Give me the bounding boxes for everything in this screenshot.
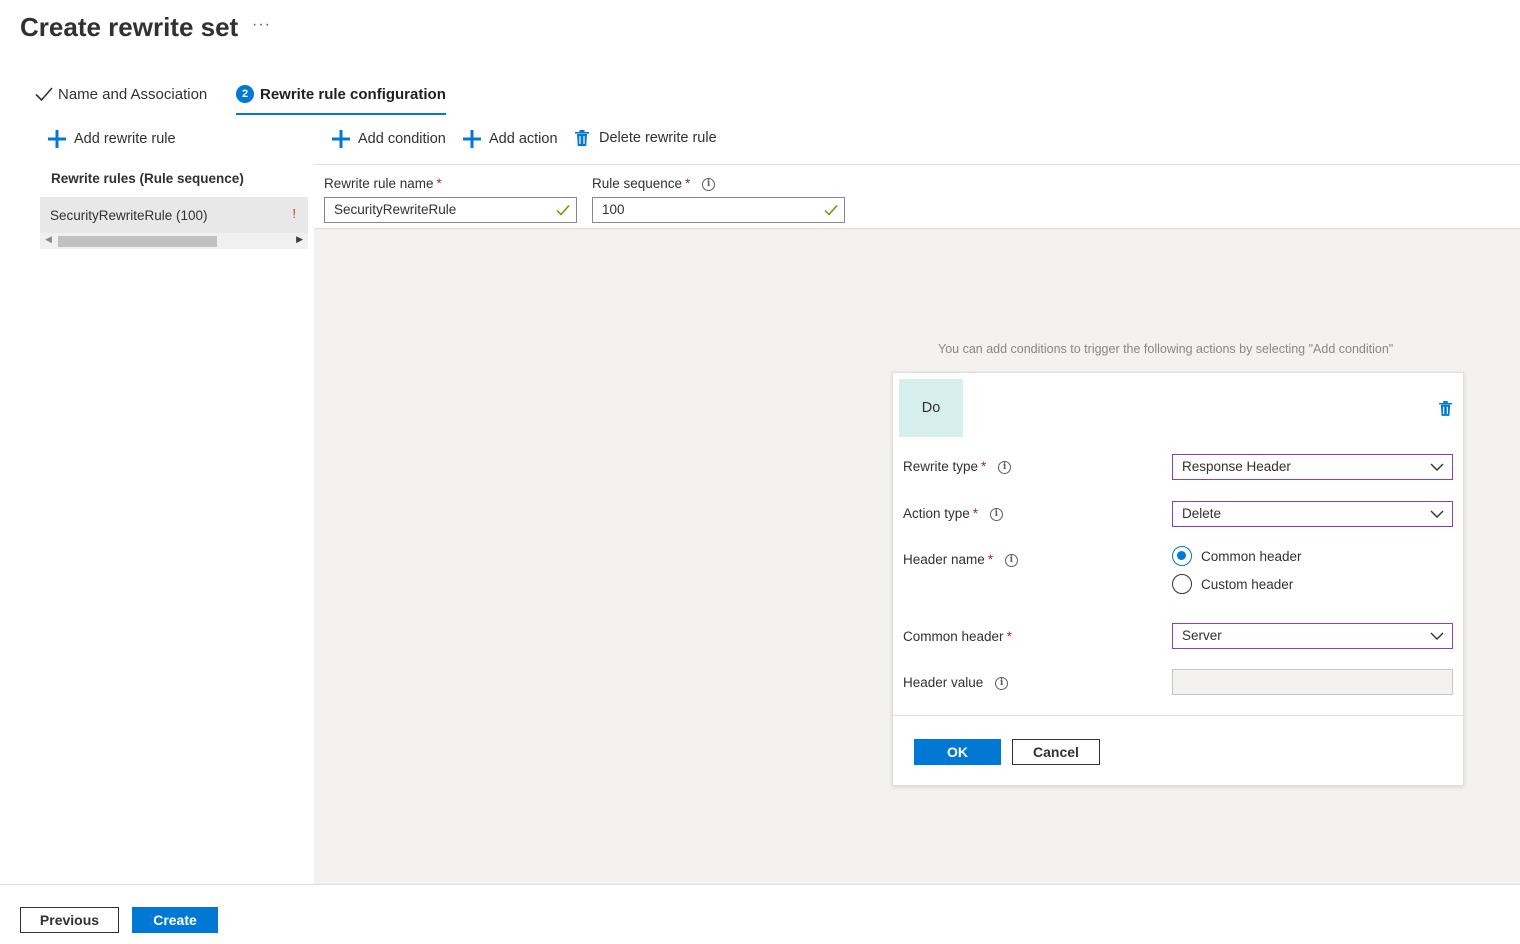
add-condition-hint: You can add conditions to trigger the fo… [938,342,1394,356]
rule-toolbar: Add condition Add action Delete rewrite … [314,118,1520,165]
rule-list-item[interactable]: SecurityRewriteRule (100) ! [40,197,308,233]
wizard-step-name-association[interactable]: Name and Association [34,86,207,116]
scroll-right-icon[interactable]: ▶ [296,234,303,245]
scroll-left-icon[interactable]: ◀ [45,234,52,245]
action-type-label: Action type * i [903,506,1003,521]
do-tag: Do [899,379,963,437]
add-rewrite-rule-button[interactable]: Add rewrite rule [48,130,176,148]
action-card-footer: OK Cancel [893,715,1463,785]
rule-name-input[interactable]: SecurityRewriteRule [324,197,577,223]
common-header-radio[interactable]: Common header [1172,546,1302,566]
common-header-label: Common header * [903,629,1012,644]
add-condition-button[interactable]: Add condition [332,130,446,148]
add-rewrite-rule-label: Add rewrite rule [74,131,176,147]
rewrite-type-select[interactable]: Response Header [1172,454,1453,480]
rule-name-label: Rewrite rule name * [324,176,442,191]
checkmark-icon [35,87,53,102]
add-action-button[interactable]: Add action [463,130,558,148]
chevron-down-icon [1430,632,1444,640]
info-icon[interactable]: i [1004,553,1018,567]
chevron-down-icon [1430,463,1444,471]
custom-header-radio[interactable]: Custom header [1172,574,1293,594]
page-title: Create rewrite set [20,12,239,42]
add-action-label: Add action [489,131,558,147]
rules-list-heading: Rewrite rules (Rule sequence) [51,171,244,186]
action-card: Do Rewrite type * i Response Header Actio… [892,372,1464,786]
ok-button[interactable]: OK [914,739,1001,765]
add-condition-label: Add condition [358,131,446,147]
common-header-select[interactable]: Server [1172,623,1453,649]
rewrite-type-label: Rewrite type * i [903,459,1012,474]
rule-sequence-label: Rule sequence * i [592,176,716,191]
wizard-step-rewrite-rule-configuration[interactable]: 2 Rewrite rule configuration [236,85,446,116]
horizontal-scrollbar[interactable]: ◀ ▶ [40,233,308,249]
info-icon[interactable]: i [702,177,716,191]
wizard-footer: Previous Create [0,884,1520,944]
more-options-icon[interactable]: ··· [252,16,271,34]
trash-icon[interactable] [1439,401,1452,416]
create-button[interactable]: Create [132,907,218,933]
header-value-input [1172,669,1453,695]
valid-check-icon [824,205,838,216]
scrollbar-thumb[interactable] [58,236,217,247]
warning-icon: ! [292,206,296,221]
rule-list-item-label: SecurityRewriteRule (100) [50,207,208,223]
plus-icon [463,130,481,148]
info-icon[interactable]: i [989,507,1003,521]
radio-unselected-icon[interactable] [1172,574,1192,594]
wizard-step-label: Rewrite rule configuration [260,86,446,103]
trash-icon [575,130,589,146]
valid-check-icon [556,205,570,216]
rule-sequence-input[interactable]: 100 [592,197,845,223]
rules-sidebar: Add rewrite rule Rewrite rules (Rule seq… [0,118,314,884]
delete-rewrite-rule-label: Delete rewrite rule [599,130,717,146]
plus-icon [48,130,66,148]
chevron-down-icon [1430,510,1444,518]
header-name-label: Header name * i [903,552,1018,567]
cancel-button[interactable]: Cancel [1012,739,1100,765]
action-type-select[interactable]: Delete [1172,501,1453,527]
info-icon[interactable]: i [995,676,1009,690]
plus-icon [332,130,350,148]
step-number-badge: 2 [236,85,254,103]
previous-button[interactable]: Previous [20,907,119,933]
wizard-step-label: Name and Association [58,86,208,103]
create-rewrite-set-page: Create rewrite set ··· Name and Associat… [0,0,1520,944]
radio-selected-icon[interactable] [1172,546,1192,566]
header-value-label: Header value i [903,675,1009,690]
delete-rewrite-rule-button[interactable]: Delete rewrite rule [575,130,717,146]
rule-editor-header: Add condition Add action Delete rewrite … [314,118,1520,229]
info-icon[interactable]: i [998,460,1012,474]
